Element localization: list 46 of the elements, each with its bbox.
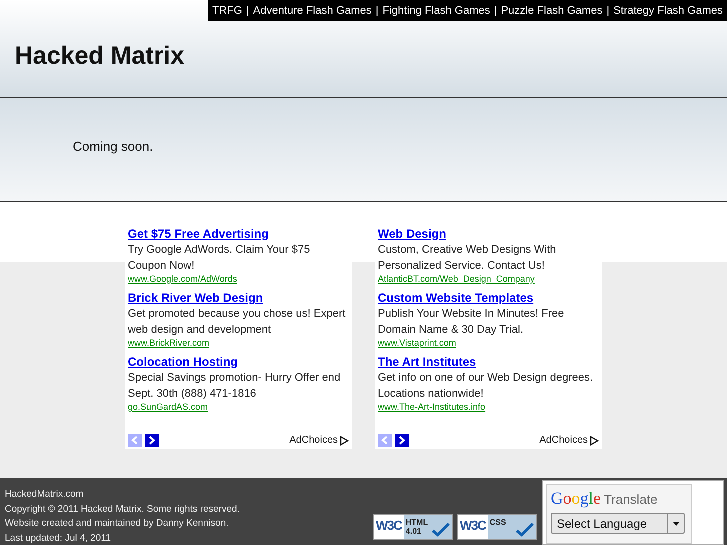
ad-title-link[interactable]: Brick River Web Design: [128, 291, 349, 305]
site-title: Hacked Matrix: [15, 42, 185, 71]
validator-badge[interactable]: W3C CSS: [457, 514, 537, 540]
nav-link[interactable]: TRFG: [212, 4, 242, 16]
adchoices-link[interactable]: AdChoices: [540, 435, 588, 446]
ad-url-link[interactable]: www.Google.com/AdWords: [128, 274, 349, 284]
separator: |: [494, 4, 498, 16]
adchoices-link[interactable]: AdChoices: [290, 435, 338, 446]
play-icon: [590, 436, 599, 446]
google-logo: Google: [551, 489, 602, 508]
nav-link[interactable]: Fighting Flash Games: [382, 4, 490, 16]
ad-title-link[interactable]: Get $75 Free Advertising: [128, 227, 349, 241]
translate-label: Translate: [604, 492, 658, 507]
ad-title-link[interactable]: Web Design: [378, 227, 599, 241]
ad-text: Custom, Creative Web Designs With Personalized Service. Contact Us!: [378, 243, 558, 274]
ad-url-link[interactable]: www.Vistaprint.com: [378, 338, 599, 348]
ad-text: Publish Your Website In Minutes! Free Domain Name & 30 Day Trial.: [378, 307, 566, 338]
ad-text: Try Google AdWords. Claim Your $75 Coupon Now!: [128, 243, 312, 274]
separator: |: [246, 4, 250, 16]
footer-text: Last updated: Jul 4, 2011: [5, 532, 112, 545]
language-select[interactable]: Select Language: [551, 513, 685, 534]
ad-title-link[interactable]: Colocation Hosting: [128, 355, 349, 369]
footer-text: HackedMatrix.com: [5, 488, 85, 502]
ad-text: Special Savings promotion- Hurry Offer end Sept. 30th (888) 471-1816: [128, 371, 342, 402]
content-text: Coming soon.: [73, 139, 154, 154]
caret-icon: [672, 522, 680, 526]
footer-text: Website created and maintained by Danny Kennison.: [5, 517, 230, 531]
ad-url-link[interactable]: www.BrickRiver.com: [128, 338, 349, 348]
nav-link[interactable]: Strategy Flash Games: [614, 4, 723, 16]
ad-title-link[interactable]: Custom Website Templates: [378, 291, 599, 305]
separator: |: [606, 4, 610, 16]
ad-url-link[interactable]: go.SunGardAS.com: [128, 402, 349, 412]
checkmark-icon: [432, 523, 450, 537]
ad-title-link[interactable]: The Art Institutes: [378, 355, 599, 369]
footer-text: Copyright © 2011 Hacked Matrix. Some rights reserved.: [5, 502, 240, 516]
next-button[interactable]: [395, 434, 409, 447]
play-icon: [340, 436, 349, 446]
next-button[interactable]: [145, 434, 159, 447]
nav-link[interactable]: Puzzle Flash Games: [501, 4, 603, 16]
separator: |: [376, 4, 379, 16]
ad-text: Get promoted because you chose us! Expert web design and development: [128, 307, 347, 338]
nav-link[interactable]: Adventure Flash Games: [253, 4, 372, 16]
ad-url-link[interactable]: www.The-Art-Institutes.info: [378, 402, 599, 412]
ad-url-link[interactable]: AtlanticBT.com/Web_Design_Company: [378, 274, 599, 284]
checkmark-icon: [516, 523, 534, 537]
ad-text: Get info on one of our Web Design degrees. Locations nationwide!: [378, 371, 594, 402]
